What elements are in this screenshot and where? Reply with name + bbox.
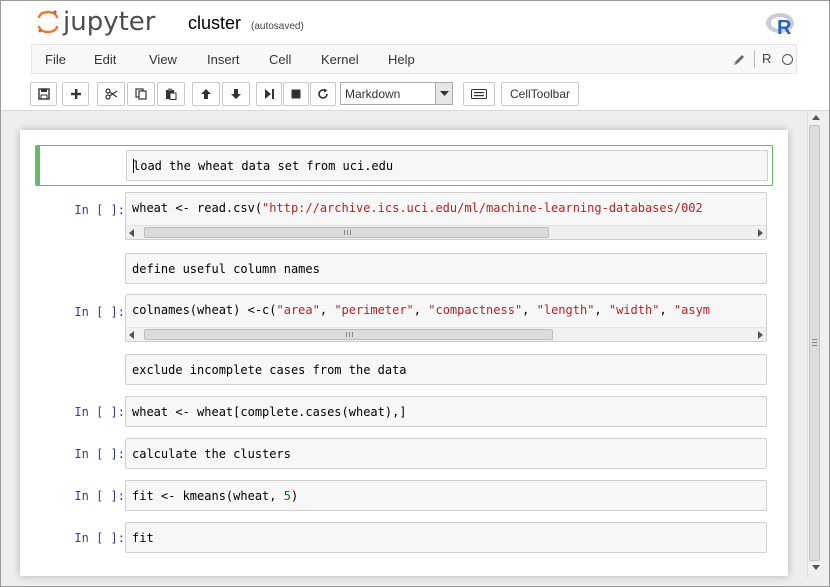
- step-forward-icon: [265, 89, 274, 99]
- save-icon: [37, 88, 50, 100]
- code-cell[interactable]: In [ ]: fit: [35, 522, 773, 553]
- menu-kernel[interactable]: Kernel: [321, 52, 359, 67]
- cell-input-area[interactable]: calculate the clusters: [125, 438, 767, 469]
- autosave-status: (autosaved): [251, 21, 304, 32]
- celltoolbar-button[interactable]: CellToolbar: [501, 82, 579, 106]
- scroll-up-icon[interactable]: [812, 115, 820, 120]
- scroll-right-icon[interactable]: [758, 331, 763, 339]
- restart-icon: [318, 88, 328, 99]
- cell-text: exclude incomplete cases from the data: [132, 363, 407, 377]
- cell-type-select[interactable]: Markdown: [340, 82, 453, 105]
- notebook-container: load the wheat data set from uci.edu In …: [20, 130, 788, 576]
- cell-code: fit <- kmeans(wheat, 5): [132, 489, 299, 503]
- markdown-cell[interactable]: define useful column names: [35, 253, 773, 284]
- notebook-name[interactable]: cluster: [188, 13, 241, 34]
- arrow-down-icon: [231, 89, 241, 99]
- save-button[interactable]: [30, 82, 57, 106]
- menu-view[interactable]: View: [149, 52, 177, 67]
- paste-button[interactable]: [157, 82, 185, 106]
- cell-type-value: Markdown: [345, 87, 401, 101]
- kernel-name: R: [762, 51, 772, 66]
- header: jupyter cluster (autosaved) R File Edit …: [1, 1, 829, 111]
- scissors-icon: [104, 88, 117, 100]
- horizontal-scrollbar[interactable]: [126, 327, 766, 341]
- cell-prompt: In [ ]:: [74, 447, 125, 461]
- scroll-down-icon[interactable]: [812, 565, 820, 570]
- r-logo-letter: R: [777, 17, 792, 38]
- cell-input-area[interactable]: load the wheat data set from uci.edu: [126, 150, 768, 181]
- scrollbar-thumb[interactable]: [144, 227, 549, 238]
- cell-input-area[interactable]: wheat <- read.csv("http://archive.ics.uc…: [125, 192, 767, 240]
- cell-input-area[interactable]: fit: [125, 522, 767, 553]
- cell-input-area[interactable]: colnames(wheat) <-c("area", "perimeter",…: [125, 294, 767, 342]
- vertical-scrollbar[interactable]: [807, 111, 821, 578]
- menu-file[interactable]: File: [45, 52, 66, 67]
- cell-code: colnames(wheat) <-c("area", "perimeter",…: [132, 303, 711, 317]
- pencil-icon[interactable]: [732, 52, 746, 66]
- scrollbar-thumb[interactable]: [809, 125, 820, 561]
- keyboard-icon: [471, 89, 487, 99]
- markdown-cell[interactable]: exclude incomplete cases from the data: [35, 354, 773, 385]
- menu-help[interactable]: Help: [388, 52, 415, 67]
- cell-input-area[interactable]: exclude incomplete cases from the data: [125, 354, 767, 385]
- insert-cell-button[interactable]: [62, 82, 89, 106]
- cell-code: wheat <- wheat[complete.cases(wheat),]: [132, 405, 407, 419]
- app-name: jupyter: [63, 7, 156, 37]
- menu-edit[interactable]: Edit: [94, 52, 116, 67]
- code-cell[interactable]: In [ ]: fit <- kmeans(wheat, 5): [35, 480, 773, 511]
- code-cell[interactable]: In [ ]: wheat <- wheat[complete.cases(wh…: [35, 396, 773, 427]
- jupyter-orbit-icon: [37, 9, 59, 35]
- interrupt-kernel-button[interactable]: [283, 82, 309, 106]
- cell-prompt: In [ ]:: [74, 405, 125, 419]
- cell-prompt: In [ ]:: [74, 305, 125, 319]
- menu-cell[interactable]: Cell: [269, 52, 291, 67]
- markdown-cell[interactable]: load the wheat data set from uci.edu: [35, 145, 773, 186]
- code-cell[interactable]: In [ ]: calculate the clusters: [35, 438, 773, 469]
- cell-input-area[interactable]: wheat <- wheat[complete.cases(wheat),]: [125, 396, 767, 427]
- cell-input-area[interactable]: define useful column names: [125, 253, 767, 284]
- move-down-button[interactable]: [222, 82, 250, 106]
- kernel-idle-indicator-icon: [782, 54, 793, 65]
- copy-button[interactable]: [127, 82, 155, 106]
- cut-button[interactable]: [97, 82, 125, 106]
- copy-icon: [135, 88, 147, 100]
- command-palette-button[interactable]: [463, 82, 495, 106]
- menu-insert[interactable]: Insert: [207, 52, 240, 67]
- cell-code: wheat <- read.csv("http://archive.ics.uc…: [132, 201, 703, 215]
- code-cell[interactable]: In [ ]: wheat <- read.csv("http://archiv…: [35, 192, 773, 240]
- horizontal-scrollbar[interactable]: [126, 225, 766, 239]
- celltoolbar-label: CellToolbar: [509, 87, 571, 101]
- r-logo-icon: R: [765, 10, 799, 39]
- plus-icon: [70, 89, 81, 99]
- cell-prompt: In [ ]:: [74, 203, 125, 217]
- menubar: File Edit View Insert Cell Kernel Help R: [31, 44, 797, 74]
- restart-kernel-button[interactable]: [310, 82, 336, 106]
- cell-text: define useful column names: [132, 262, 320, 276]
- cell-code: calculate the clusters: [132, 447, 291, 461]
- scrollbar-thumb[interactable]: [144, 329, 553, 340]
- scroll-left-icon[interactable]: [129, 331, 134, 339]
- stop-icon: [291, 89, 301, 99]
- cell-input-area[interactable]: fit <- kmeans(wheat, 5): [125, 480, 767, 511]
- chevron-down-icon[interactable]: [435, 83, 452, 104]
- move-up-button[interactable]: [192, 82, 220, 106]
- arrow-up-icon: [201, 89, 211, 99]
- scroll-left-icon[interactable]: [129, 229, 134, 237]
- code-cell[interactable]: In [ ]: colnames(wheat) <-c("area", "per…: [35, 294, 773, 342]
- cell-code: fit: [132, 531, 154, 545]
- run-cell-button[interactable]: [256, 82, 282, 106]
- jupyter-logo[interactable]: jupyter: [37, 7, 155, 37]
- scrollbar-grip-icon: [812, 339, 817, 346]
- cell-prompt: In [ ]:: [74, 531, 125, 545]
- paste-icon: [166, 88, 177, 100]
- menubar-separator: [754, 50, 755, 68]
- cell-prompt: In [ ]:: [74, 489, 125, 503]
- scroll-right-icon[interactable]: [758, 229, 763, 237]
- cell-text: load the wheat data set from uci.edu: [133, 159, 394, 173]
